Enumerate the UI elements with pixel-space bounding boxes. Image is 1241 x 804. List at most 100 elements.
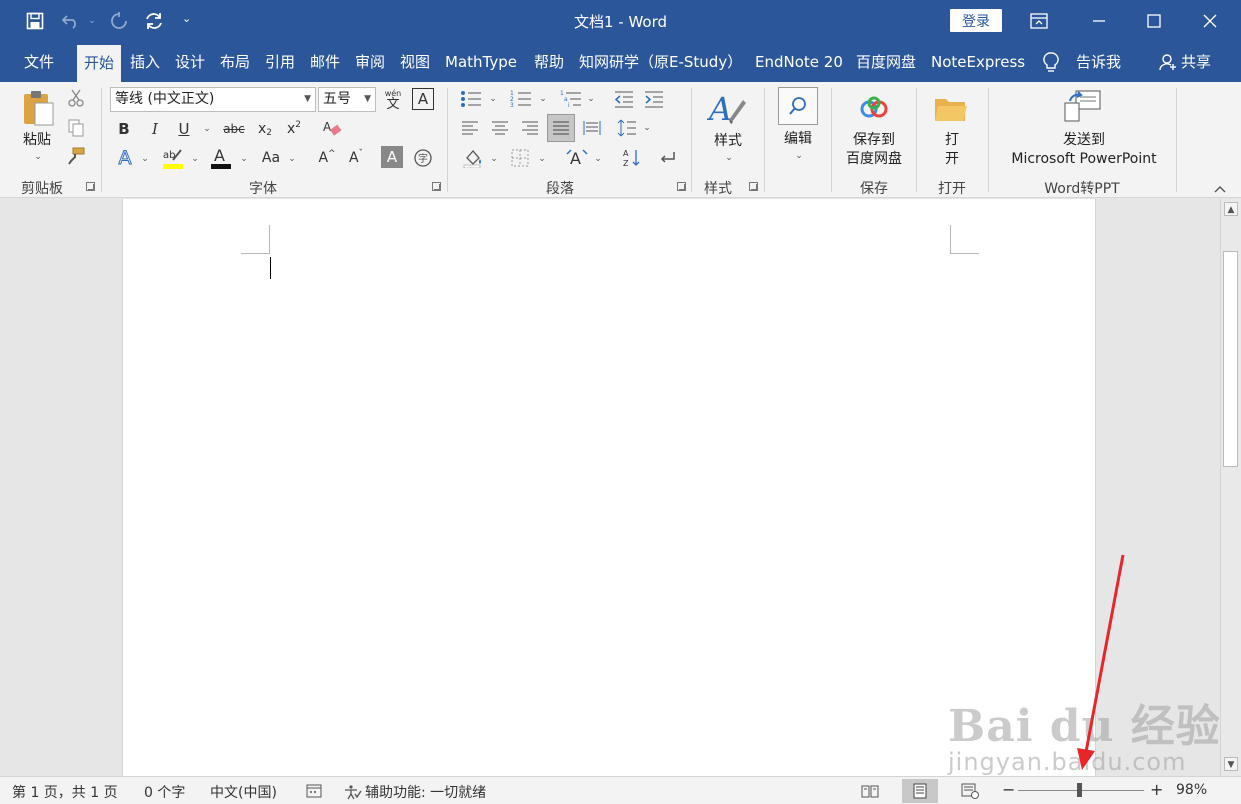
increase-indent-icon[interactable] xyxy=(642,88,666,110)
font-color-icon[interactable]: A xyxy=(208,146,234,170)
macro-recording-icon[interactable] xyxy=(306,783,322,803)
character-shading-icon[interactable]: A xyxy=(381,146,403,168)
font-size-select[interactable]: 五号 ▼ xyxy=(318,87,376,112)
tab-help[interactable]: 帮助 xyxy=(534,42,564,82)
multilevel-list-icon[interactable]: 1ai xyxy=(558,88,584,110)
justify-icon[interactable] xyxy=(547,114,575,142)
bold-icon[interactable]: B xyxy=(114,118,134,140)
scroll-up-icon[interactable]: ▲ xyxy=(1224,202,1238,216)
enclose-characters-icon[interactable]: 字 xyxy=(411,146,435,170)
customize-toolbar-icon[interactable]: ⌄ xyxy=(182,12,191,25)
tab-endnote[interactable]: EndNote 20 xyxy=(755,42,843,82)
italic-icon[interactable]: I xyxy=(145,118,165,140)
tab-mailings[interactable]: 邮件 xyxy=(310,42,340,82)
tab-noteexpress[interactable]: NoteExpress xyxy=(931,42,1025,82)
search-icon[interactable] xyxy=(778,87,818,125)
folder-icon[interactable] xyxy=(933,94,969,124)
minimize-icon[interactable] xyxy=(1079,6,1119,36)
open-button[interactable]: 打 开 xyxy=(930,131,974,169)
highlight-icon[interactable]: ab xyxy=(160,146,186,170)
tab-home[interactable]: 开始 xyxy=(77,45,122,82)
zoom-slider-thumb[interactable] xyxy=(1077,783,1083,797)
line-spacing-dropdown-icon[interactable]: ⌄ xyxy=(641,121,653,135)
copy-icon[interactable] xyxy=(66,118,86,138)
tab-mathtype[interactable]: MathType xyxy=(445,42,517,82)
paragraph-launcher-icon[interactable] xyxy=(677,182,686,191)
bullets-dropdown-icon[interactable]: ⌄ xyxy=(487,92,499,106)
styles-gallery-icon[interactable]: A xyxy=(706,88,748,128)
tab-file[interactable]: 文件 xyxy=(24,42,54,82)
login-button[interactable]: 登录 xyxy=(950,9,1002,32)
redo-icon[interactable] xyxy=(106,9,132,33)
word-count[interactable]: 0 个字 xyxy=(144,782,185,802)
underline-dropdown-icon[interactable]: ⌄ xyxy=(201,122,213,136)
numbering-icon[interactable]: 123 xyxy=(508,88,534,110)
asian-layout-dropdown-icon[interactable]: ⌄ xyxy=(592,152,604,166)
editing-button[interactable]: 编辑 xyxy=(774,130,822,149)
tab-references[interactable]: 引用 xyxy=(265,42,295,82)
format-painter-icon[interactable] xyxy=(66,146,86,166)
font-color-dropdown-icon[interactable]: ⌄ xyxy=(238,152,250,166)
change-case-icon[interactable]: Aa xyxy=(258,146,284,170)
bullets-icon[interactable] xyxy=(458,88,484,110)
ribbon-display-options-icon[interactable] xyxy=(1019,6,1059,36)
borders-icon[interactable] xyxy=(508,146,532,170)
styles-launcher-icon[interactable] xyxy=(749,182,758,191)
phonetic-guide-button[interactable]: wén 文 xyxy=(381,87,405,113)
tab-layout[interactable]: 布局 xyxy=(220,42,250,82)
distributed-icon[interactable] xyxy=(580,116,604,140)
print-layout-icon[interactable] xyxy=(902,779,938,803)
paste-icon[interactable] xyxy=(18,88,58,128)
subscript-icon[interactable]: x2 xyxy=(254,118,276,140)
zoom-out-button[interactable]: − xyxy=(1002,780,1015,799)
highlight-dropdown-icon[interactable]: ⌄ xyxy=(189,152,201,166)
align-right-icon[interactable] xyxy=(518,116,542,140)
share-button[interactable]: 共享 xyxy=(1159,42,1211,82)
zoom-in-button[interactable]: + xyxy=(1150,780,1163,799)
tab-insert[interactable]: 插入 xyxy=(130,42,160,82)
tab-estudy[interactable]: 知网研学（原E-Study） xyxy=(579,42,742,82)
shrink-font-icon[interactable]: Aˇ xyxy=(344,146,368,170)
multilevel-dropdown-icon[interactable]: ⌄ xyxy=(585,92,597,106)
collapse-ribbon-icon[interactable] xyxy=(1214,182,1226,196)
strikethrough-icon[interactable]: abc xyxy=(221,118,247,140)
send-to-powerpoint-icon[interactable] xyxy=(1062,88,1102,126)
change-case-dropdown-icon[interactable]: ⌄ xyxy=(286,152,298,166)
save-icon[interactable] xyxy=(22,9,48,33)
text-effects-icon[interactable]: A xyxy=(114,147,136,170)
scroll-down-icon[interactable]: ▼ xyxy=(1224,757,1238,771)
shading-icon[interactable] xyxy=(460,146,486,170)
decrease-indent-icon[interactable] xyxy=(612,88,636,110)
clipboard-launcher-icon[interactable] xyxy=(86,182,95,191)
read-mode-icon[interactable] xyxy=(852,779,888,803)
vertical-scrollbar[interactable]: ▲ ▼ xyxy=(1220,199,1241,776)
page-count[interactable]: 第 1 页，共 1 页 xyxy=(12,782,118,802)
tab-baidu-netdisk[interactable]: 百度网盘 xyxy=(856,42,916,82)
paste-button[interactable]: 粘贴 xyxy=(14,131,60,150)
tab-design[interactable]: 设计 xyxy=(175,42,205,82)
tab-review[interactable]: 审阅 xyxy=(355,42,385,82)
document-page[interactable] xyxy=(122,199,1096,776)
tab-view[interactable]: 视图 xyxy=(400,42,430,82)
clear-formatting-icon[interactable]: A xyxy=(320,118,344,140)
align-left-icon[interactable] xyxy=(458,116,482,140)
text-effects-dropdown-icon[interactable]: ⌄ xyxy=(139,152,151,166)
undo-dropdown-icon[interactable]: ⌄ xyxy=(86,9,98,33)
maximize-icon[interactable] xyxy=(1134,6,1174,36)
accessibility-checker[interactable]: 辅助功能: 一切就绪 xyxy=(344,782,486,802)
shading-dropdown-icon[interactable]: ⌄ xyxy=(488,152,500,166)
tab-tell-me[interactable]: 告诉我 xyxy=(1076,42,1121,82)
send-to-powerpoint-button[interactable]: 发送到 Microsoft PowerPoint xyxy=(996,131,1172,169)
sort-icon[interactable]: AZ xyxy=(620,146,644,170)
paste-dropdown-icon[interactable]: ⌄ xyxy=(30,151,46,163)
styles-dropdown-icon[interactable]: ⌄ xyxy=(722,152,736,164)
cut-icon[interactable] xyxy=(66,88,86,108)
editing-dropdown-icon[interactable]: ⌄ xyxy=(792,150,806,162)
web-layout-icon[interactable] xyxy=(952,779,988,803)
styles-button[interactable]: 样式 xyxy=(704,132,752,151)
save-to-baidu-button[interactable]: 保存到 百度网盘 xyxy=(836,131,912,169)
language-indicator[interactable]: 中文(中国) xyxy=(210,782,277,802)
repeat-icon[interactable] xyxy=(141,9,167,33)
zoom-level[interactable]: 98% xyxy=(1176,782,1207,798)
show-formatting-marks-icon[interactable] xyxy=(655,146,679,170)
